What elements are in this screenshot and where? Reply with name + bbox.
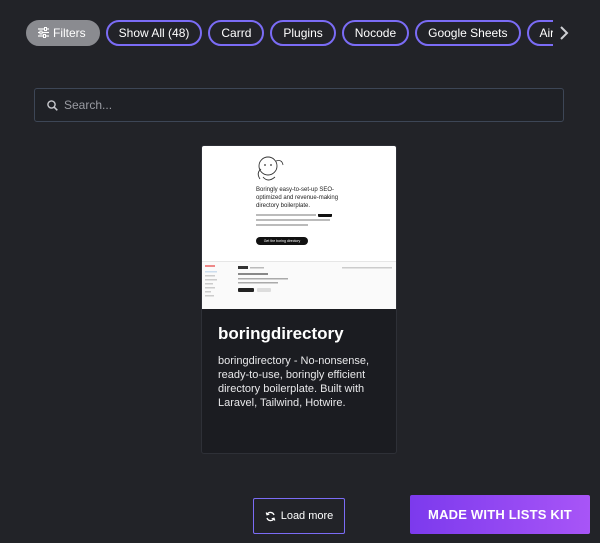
chip-show-all[interactable]: Show All (48) — [105, 19, 203, 46]
made-with-lists-kit-badge[interactable]: MADE WITH LISTS KIT — [410, 495, 590, 534]
search-box — [34, 88, 564, 122]
thumbnail-cta: Get the boring directory — [256, 237, 308, 245]
card-description: boringdirectory - No-nonsense, ready-to-… — [218, 355, 370, 409]
thumbnail-headline: Boringly easy-to-set-up SEO-optimized an… — [256, 187, 339, 209]
load-more-button[interactable]: Load more — [253, 498, 345, 534]
thumbnail-text-lines — [256, 214, 332, 226]
card-thumbnail: Boringly easy-to-set-up SEO-optimized an… — [202, 146, 396, 309]
thumbnail-app-preview — [202, 261, 396, 309]
list-card[interactable]: Boringly easy-to-set-up SEO-optimized an… — [201, 145, 397, 454]
search-input[interactable] — [58, 89, 563, 121]
chip-google-sheets[interactable]: Google Sheets — [415, 19, 521, 46]
chip-nocode[interactable]: Nocode — [341, 19, 410, 46]
card-title[interactable]: boringdirectory — [218, 324, 344, 344]
refresh-icon — [265, 511, 276, 521]
chip-plugins[interactable]: Plugins — [270, 19, 336, 46]
filters-label: Filters — [53, 25, 86, 40]
search-icon — [47, 99, 58, 111]
app-preview-lines — [205, 265, 392, 297]
chip-scroll-next[interactable] — [553, 19, 600, 46]
sliders-icon — [38, 27, 49, 38]
filters-button[interactable]: Filters — [26, 19, 100, 46]
chip-carrd[interactable]: Carrd — [208, 19, 265, 46]
chevron-right-icon — [560, 25, 569, 40]
doodle-illustration — [257, 156, 284, 181]
load-more-label: Load more — [280, 510, 334, 522]
filter-chip-bar: Filters Show All (48) Carrd Plugins Noco… — [26, 19, 600, 46]
